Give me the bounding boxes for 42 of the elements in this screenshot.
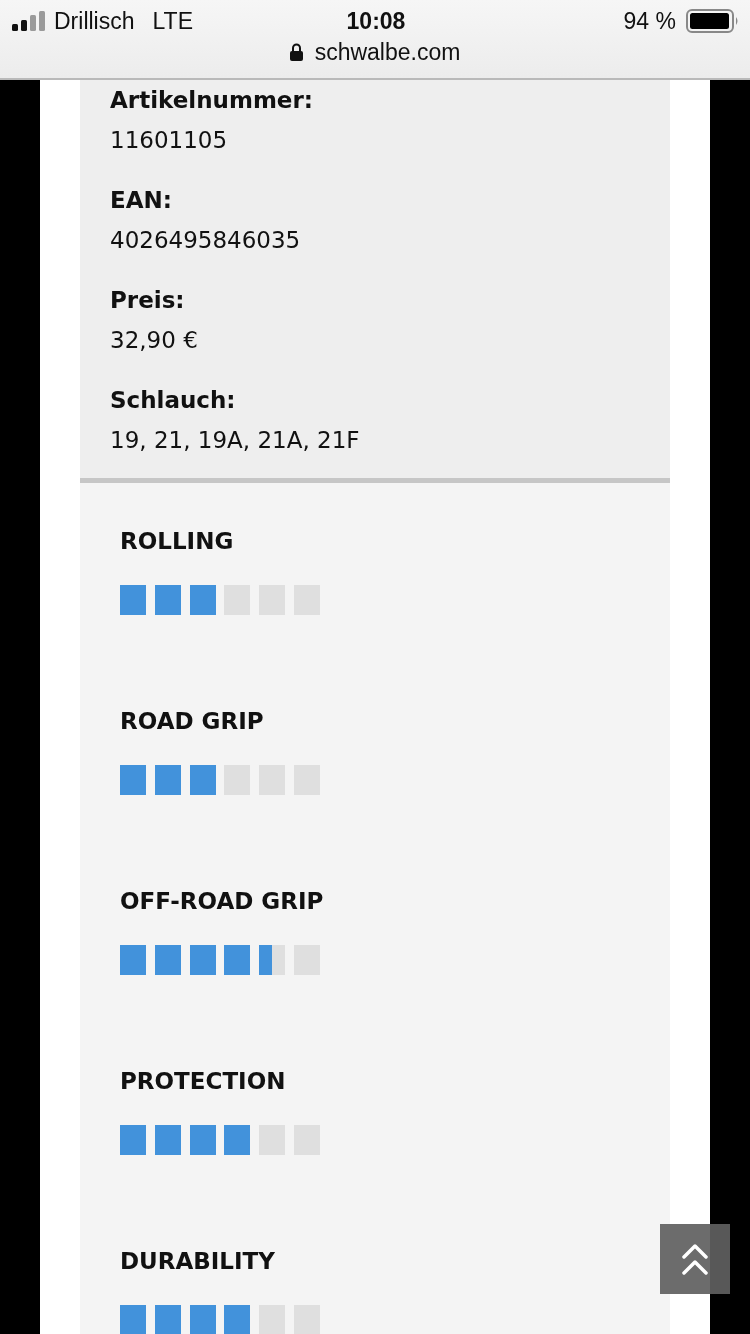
- rating-label: ROLLING: [120, 527, 234, 556]
- lock-icon: [289, 43, 303, 61]
- spec-label: EAN:: [110, 186, 172, 215]
- rating-square-icon: [224, 1305, 251, 1334]
- rating-square-icon: [154, 945, 181, 975]
- clock-time: 10:08: [346, 7, 406, 35]
- rating-square-icon: [120, 945, 146, 975]
- spec-label: Preis:: [110, 286, 185, 315]
- rating-square-icon: [120, 585, 146, 615]
- rating-square-icon: [154, 765, 181, 795]
- rating-square-icon: [120, 1305, 146, 1334]
- rating-square-icon: [189, 1125, 216, 1155]
- rating-square-icon: [120, 765, 146, 795]
- carrier-name: Drillisch: [54, 7, 135, 35]
- spec-value: 11601105: [110, 126, 228, 155]
- rating-square-icon: [189, 1305, 216, 1334]
- rating-square-icon: [259, 945, 286, 975]
- rating-square-icon: [154, 1305, 181, 1334]
- spec-value: 4026495846035: [110, 226, 301, 255]
- battery-percentage: 94 %: [623, 7, 676, 35]
- url-text[interactable]: schwalbe.com: [314, 38, 461, 66]
- spec-value: 32,90 €: [110, 326, 198, 355]
- rating-square-icon: [189, 945, 216, 975]
- rating-square-icon: [224, 945, 251, 975]
- rating-square-icon: [120, 1125, 146, 1155]
- scroll-to-top-button[interactable]: [660, 1224, 730, 1294]
- rating-label: DURABILITY: [120, 1247, 275, 1276]
- battery-icon: [686, 9, 740, 33]
- spec-label: Schlauch:: [110, 386, 236, 415]
- rating-square-icon: [189, 765, 216, 795]
- rating-label: PROTECTION: [120, 1067, 286, 1096]
- spec-value: 19, 21, 19A, 21A, 21F: [110, 426, 360, 455]
- rating-square-icon: [189, 585, 216, 615]
- rating-label: OFF-ROAD GRIP: [120, 887, 324, 916]
- double-chevron-up-icon: [682, 1242, 708, 1276]
- rating-label: ROAD GRIP: [120, 707, 264, 736]
- network-type: LTE: [152, 7, 193, 35]
- rating-square-icon: [154, 1125, 181, 1155]
- rating-square-icon: [154, 585, 181, 615]
- spec-label: Artikelnummer:: [110, 86, 313, 115]
- rating-square-icon: [224, 1125, 251, 1155]
- signal-icon: [12, 11, 46, 31]
